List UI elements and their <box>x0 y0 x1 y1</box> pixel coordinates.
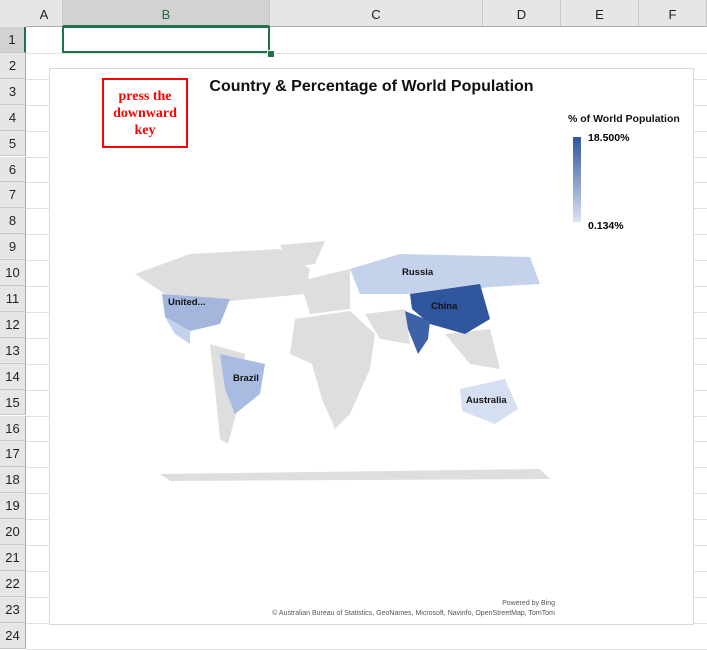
row-header-19[interactable]: 19 <box>0 493 26 520</box>
world-map: Russia China United... Brazil Australia <box>135 241 550 481</box>
gridline <box>26 648 707 650</box>
row-header-12[interactable]: 12 <box>0 311 26 338</box>
label-brazil: Brazil <box>233 373 259 384</box>
se-asia <box>445 329 500 369</box>
row-header-23[interactable]: 23 <box>0 596 26 623</box>
row-header-9[interactable]: 9 <box>0 234 26 261</box>
africa <box>290 311 375 429</box>
row-header-6[interactable]: 6 <box>0 156 26 183</box>
row-header-4[interactable]: 4 <box>0 104 26 131</box>
row-header-20[interactable]: 20 <box>0 519 26 545</box>
row-header-2[interactable]: 2 <box>0 52 26 79</box>
row-header-5[interactable]: 5 <box>0 130 26 157</box>
row-header-1[interactable]: 1 <box>0 27 26 53</box>
label-russia: Russia <box>402 267 434 278</box>
select-all-button[interactable] <box>0 0 26 27</box>
label-australia: Australia <box>466 395 507 406</box>
row-header-17[interactable]: 17 <box>0 441 26 468</box>
row-header-13[interactable]: 13 <box>0 337 26 364</box>
row-header-8[interactable]: 8 <box>0 208 26 235</box>
column-header-c[interactable]: C <box>270 0 483 26</box>
powered-by-bing: Powered by Bing <box>502 600 555 607</box>
row-header-16[interactable]: 16 <box>0 415 26 442</box>
column-header-b[interactable]: B <box>63 0 270 27</box>
row-header-22[interactable]: 22 <box>0 570 26 597</box>
row-header-24[interactable]: 24 <box>0 622 26 649</box>
gridline <box>26 52 707 54</box>
row-header-18[interactable]: 18 <box>0 467 26 494</box>
row-header-11[interactable]: 11 <box>0 286 26 312</box>
selected-cell-b1[interactable] <box>62 26 270 53</box>
row-header-21[interactable]: 21 <box>0 545 26 571</box>
fill-handle[interactable] <box>267 50 275 58</box>
row-header-10[interactable]: 10 <box>0 260 26 286</box>
row-header-15[interactable]: 15 <box>0 389 26 416</box>
map-attribution: © Australian Bureau of Statistics, GeoNa… <box>272 610 555 617</box>
antarctica <box>160 469 550 481</box>
label-united-states: United... <box>168 297 205 308</box>
column-header-a[interactable]: A <box>26 0 63 26</box>
map-chart[interactable]: Country & Percentage of World Population… <box>49 68 694 625</box>
column-header-d[interactable]: D <box>483 0 561 26</box>
column-header-f[interactable]: F <box>639 0 707 26</box>
row-header-7[interactable]: 7 <box>0 182 26 209</box>
canada <box>135 249 310 301</box>
label-china: China <box>431 301 458 312</box>
row-header-14[interactable]: 14 <box>0 363 26 390</box>
row-header-3[interactable]: 3 <box>0 78 26 105</box>
country-russia <box>350 254 540 294</box>
column-header-e[interactable]: E <box>561 0 639 26</box>
